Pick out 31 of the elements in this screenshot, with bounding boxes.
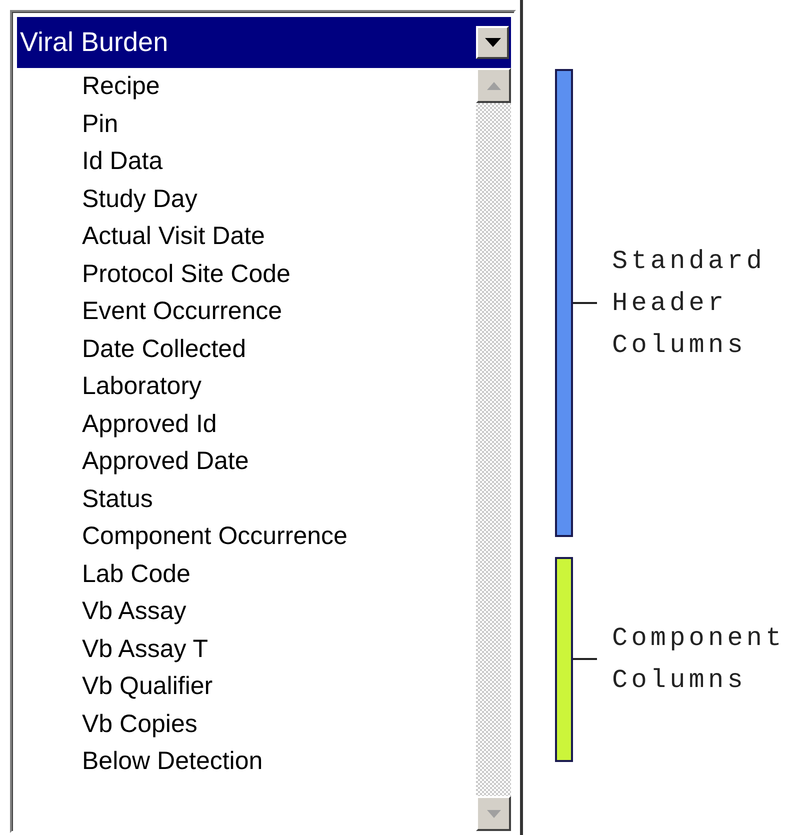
list-item[interactable]: Protocol Site Code (17, 256, 476, 293)
list-item[interactable]: Recipe (17, 68, 476, 106)
list-item[interactable]: Pin (17, 106, 476, 143)
bracket-label: Component Columns (612, 622, 785, 697)
list-item[interactable]: Vb Qualifier (17, 668, 476, 706)
leader-line (573, 302, 597, 304)
list-item[interactable]: Status (17, 480, 476, 518)
list-item[interactable]: Approved Date (17, 443, 476, 480)
list-item[interactable]: Vb Assay T (17, 630, 476, 668)
leader-line (573, 658, 597, 660)
bracket-label: Standard Header Columns (612, 244, 766, 362)
list-item[interactable]: Vb Copies (17, 706, 476, 743)
list-item[interactable]: Id Data (17, 143, 476, 180)
list-item[interactable]: Lab Code (17, 556, 476, 593)
list-item[interactable]: Actual Visit Date (17, 218, 476, 256)
scroll-up-button[interactable] (476, 68, 511, 103)
list-item[interactable]: Date Collected (17, 330, 476, 368)
dropdown-button[interactable] (476, 26, 509, 59)
list-item[interactable]: Study Day (17, 180, 476, 218)
dropdown-value: Viral Burden (20, 26, 168, 60)
scroll-down-button[interactable] (476, 796, 511, 831)
list-item[interactable]: Vb Assay (17, 593, 476, 630)
list-item[interactable]: Event Occurrence (17, 293, 476, 330)
dropdown[interactable]: Viral Burden (17, 17, 511, 68)
caret-icon (484, 38, 500, 47)
up-arrow-icon (486, 82, 500, 90)
down-arrow-icon (486, 810, 500, 818)
list-item[interactable]: Approved Id (17, 406, 476, 443)
list-item[interactable]: Below Detection (17, 743, 476, 780)
list-item[interactable]: Laboratory (17, 368, 476, 406)
list-item[interactable]: Component Occurrence (17, 518, 476, 556)
